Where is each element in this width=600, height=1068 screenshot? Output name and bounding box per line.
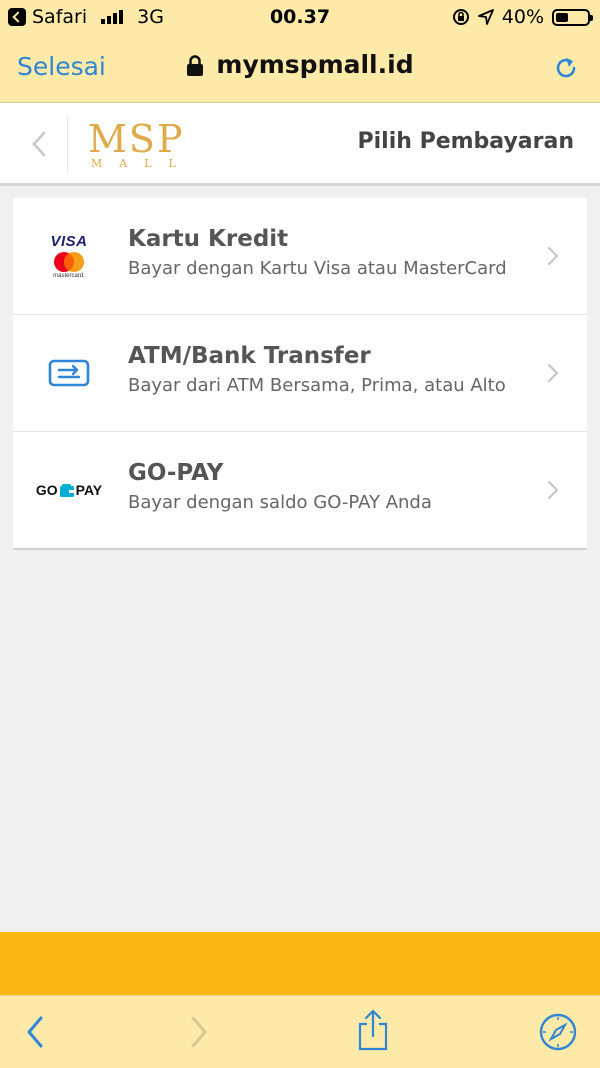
wallet-icon [59,483,74,497]
logo-main-text: MSP [88,117,185,161]
mastercard-circles-icon [53,252,84,272]
gopay-icon: GO PAY [35,462,103,518]
reload-icon[interactable] [552,54,580,82]
payment-option-title: Kartu Kredit [128,226,289,252]
browser-toolbar [0,995,600,1068]
payment-option-credit-card[interactable]: VISA mastercard. Kartu Kredit Bayar deng… [13,198,587,315]
location-arrow-icon [477,9,494,25]
battery-percent: 40% [501,6,544,28]
header-divider [67,117,68,173]
payment-option-subtitle: Bayar dengan saldo GO-PAY Anda [128,492,432,513]
share-icon[interactable] [356,1008,390,1052]
bank-transfer-icon [35,345,103,401]
forward-arrow-icon[interactable] [186,1014,212,1050]
lock-icon [187,55,204,76]
url-text: mymspmall.id [216,50,414,79]
msp-mall-logo[interactable]: MSP MALL [88,119,198,177]
payment-option-title: ATM/Bank Transfer [128,343,371,369]
bottom-action-band [0,932,600,995]
browser-bar: Selesai mymspmall.id [0,36,600,103]
chevron-right-icon [548,481,559,499]
payment-option-title: GO-PAY [128,460,224,486]
visa-mastercard-icon: VISA mastercard. [35,228,103,284]
visa-logo-text: VISA [50,233,88,250]
app-header: MSP MALL Pilih Pembayaran [0,103,600,186]
gopay-logo-text-left: GO [35,482,58,498]
chevron-right-icon [548,364,559,382]
payment-option-gopay[interactable]: GO PAY GO-PAY Bayar dengan saldo GO-PAY … [13,432,587,548]
chevron-right-icon [548,247,559,265]
payment-option-subtitle: Bayar dari ATM Bersama, Prima, atau Alto [128,375,506,396]
back-chevron-icon[interactable] [26,129,56,159]
status-right: 40% [452,6,593,28]
url-display[interactable]: mymspmall.id [0,50,600,79]
back-arrow-icon[interactable] [22,1014,48,1050]
battery-icon [552,8,593,26]
payment-method-list: VISA mastercard. Kartu Kredit Bayar deng… [13,198,587,550]
orientation-lock-icon [452,9,469,25]
compass-icon[interactable] [538,1012,578,1052]
logo-sub-text: MALL [91,157,193,170]
payment-option-subtitle: Bayar dengan Kartu Visa atau MasterCard [128,258,507,279]
payment-option-bank-transfer[interactable]: ATM/Bank Transfer Bayar dari ATM Bersama… [13,315,587,432]
page-title: Pilih Pembayaran [357,129,575,154]
gopay-logo-text-right: PAY [75,482,103,498]
mastercard-logo-text: mastercard. [53,273,85,279]
status-bar: Safari 3G 00.37 40% [0,0,600,36]
